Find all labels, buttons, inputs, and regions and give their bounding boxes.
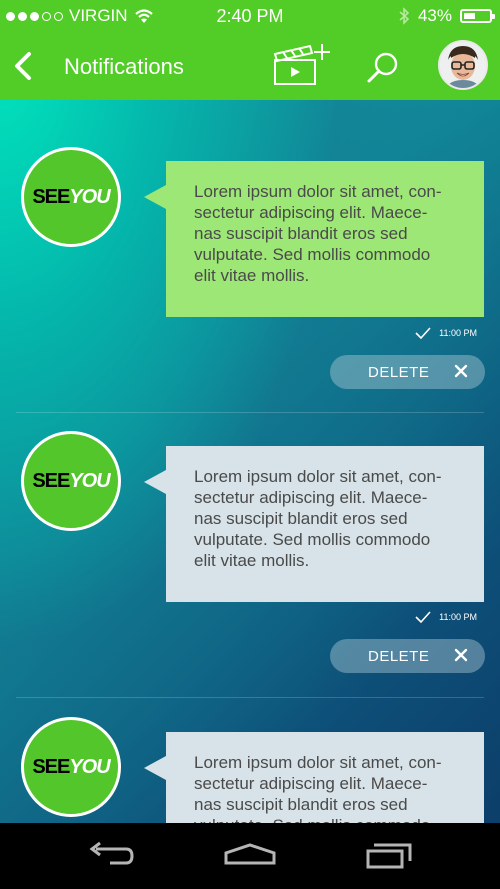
message-line: nas suscipit blandit eros sed	[194, 224, 408, 243]
delete-label: DELETE	[368, 648, 430, 665]
seeyou-logo: SEE YOU	[21, 147, 121, 247]
message-line: vulputate. Sed mollis commodo	[194, 245, 431, 264]
checkmark-icon	[415, 327, 431, 339]
message-line: sectetur adipiscing elit. Maece-	[194, 488, 428, 507]
close-icon	[454, 648, 468, 662]
home-nav-icon[interactable]	[223, 839, 277, 873]
back-chevron-icon[interactable]	[10, 50, 36, 82]
battery-icon	[460, 9, 495, 23]
back-nav-icon[interactable]	[86, 839, 136, 873]
checkmark-icon	[415, 611, 431, 623]
avatar[interactable]	[438, 40, 488, 90]
message-meta: 11:00 PM	[415, 327, 477, 339]
message-line: vulputate. Sed mollis commodo	[194, 530, 431, 549]
message-line: Lorem ipsum dolor sit amet, con-	[194, 182, 442, 201]
delete-button[interactable]: DELETE	[330, 355, 485, 389]
recent-apps-icon[interactable]	[366, 839, 416, 873]
message-line: Lorem ipsum dolor sit amet, con-	[194, 467, 442, 486]
system-nav-bar	[0, 823, 500, 889]
message-line: Lorem ipsum dolor sit amet, con-	[194, 753, 442, 772]
message-line: nas suscipit blandit eros sed	[194, 509, 408, 528]
message-time: 11:00 PM	[439, 612, 477, 622]
status-bar: VIRGIN 2:40 PM 43%	[0, 0, 500, 32]
delete-label: DELETE	[368, 364, 430, 381]
message-line: sectetur adipiscing elit. Maece-	[194, 203, 428, 222]
message-meta: 11:00 PM	[415, 611, 477, 623]
close-icon	[454, 364, 468, 378]
avatar-face-icon	[440, 42, 486, 88]
delete-button[interactable]: DELETE	[330, 639, 485, 673]
bluetooth-icon	[399, 7, 410, 25]
message-line: nas suscipit blandit eros sed	[194, 795, 408, 814]
divider	[16, 412, 484, 413]
search-icon[interactable]	[366, 50, 400, 84]
message-time: 11:00 PM	[439, 328, 477, 338]
seeyou-logo: SEE YOU	[21, 431, 121, 531]
message-line: elit vitae mollis.	[194, 551, 310, 570]
message-line: elit vitae mollis.	[194, 266, 310, 285]
message-bubble[interactable]: Lorem ipsum dolor sit amet, con- sectetu…	[144, 446, 484, 602]
seeyou-logo: SEE YOU	[21, 717, 121, 817]
status-right: 43%	[398, 6, 495, 26]
battery-percent: 43%	[417, 6, 452, 25]
clapperboard-add-icon[interactable]	[272, 42, 332, 88]
page-title: Notifications	[64, 54, 184, 79]
app-header: Notifications	[0, 32, 500, 100]
message-bubble[interactable]: Lorem ipsum dolor sit amet, con- sectetu…	[144, 161, 484, 317]
message-line: sectetur adipiscing elit. Maece-	[194, 774, 428, 793]
divider	[16, 697, 484, 698]
